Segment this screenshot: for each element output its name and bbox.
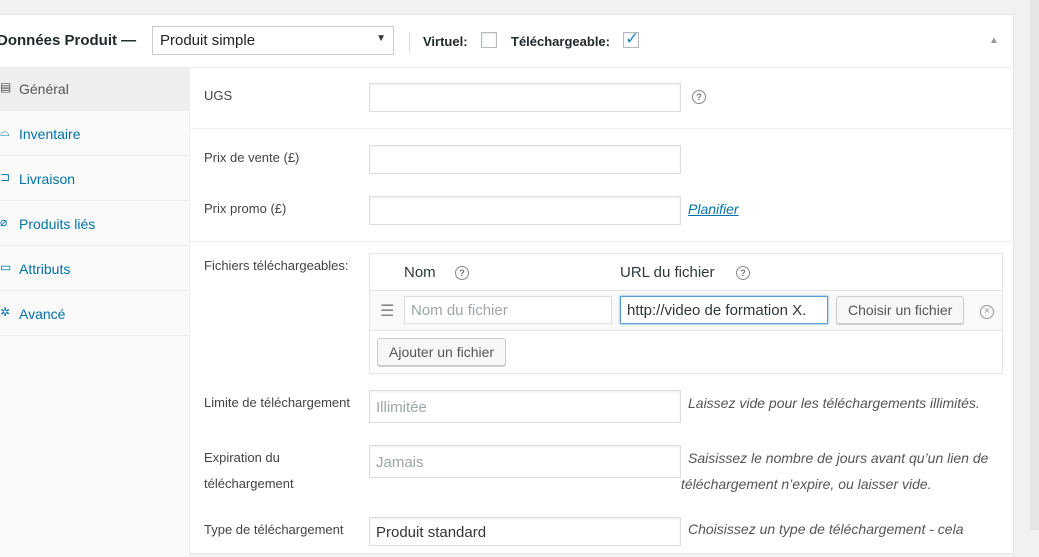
download-type-label: Type de téléchargement — [204, 522, 344, 537]
remove-file-icon[interactable]: × — [980, 305, 994, 319]
scrollbar-track[interactable] — [1030, 0, 1039, 530]
download-type-description: Choisissez un type de téléchargement - c… — [688, 521, 964, 537]
collapse-toggle-icon[interactable]: ▲ — [989, 35, 999, 46]
drag-handle-icon[interactable]: ☰ — [380, 301, 394, 321]
regular-price-label: Prix de vente (£) — [204, 150, 300, 165]
download-expiry-description-line2: téléchargement n’expire, ou laisser vide… — [681, 476, 932, 492]
sale-price-input[interactable] — [369, 196, 681, 225]
tab-label: Général — [19, 81, 69, 97]
file-name-placeholder: Nom du fichier — [411, 302, 508, 319]
downloadable-files-table: Nom ? URL du fichier ? ☰ Nom du fichier … — [369, 253, 1003, 374]
product-type-value: Produit simple — [160, 32, 256, 49]
tab-linked-products[interactable]: ⌀ Produits liés — [0, 202, 189, 246]
download-limit-input[interactable]: Illimitée — [369, 390, 681, 423]
add-file-button[interactable]: Ajouter un fichier — [377, 338, 507, 366]
download-limit-description: Laissez vide pour les téléchargements il… — [688, 395, 980, 411]
checkmark-icon: ✓ — [625, 29, 640, 48]
tab-inventory[interactable]: ⌓ Inventaire — [0, 112, 189, 156]
file-url-input[interactable]: http://video de formation X. — [620, 296, 828, 324]
chevron-down-icon: ▼ — [376, 33, 386, 44]
linked-products-icon: ⌀ — [0, 215, 8, 229]
sku-label: UGS — [204, 88, 233, 103]
tab-label: Produits liés — [19, 216, 96, 232]
product-type-select[interactable]: Produit simple ▼ — [152, 26, 394, 55]
download-expiry-description: Saisissez le nombre de jours avant qu’un… — [688, 450, 989, 466]
file-url-value: http://video de formation X. — [627, 302, 807, 319]
download-type-select[interactable]: Produit standard — [369, 517, 681, 546]
virtual-label: Virtuel: — [423, 34, 468, 49]
gear-icon: ✲ — [0, 305, 11, 319]
section-divider — [190, 128, 1013, 129]
section-divider — [190, 241, 1013, 242]
file-name-input[interactable]: Nom du fichier — [404, 296, 612, 324]
tab-label: Livraison — [19, 171, 76, 187]
tab-label: Attributs — [19, 261, 71, 277]
attributes-icon: ▭ — [0, 260, 12, 274]
inventory-icon: ⌓ — [0, 125, 10, 139]
tab-shipping[interactable]: ⊐ Livraison — [0, 157, 189, 201]
table-row: ☰ Nom du fichier http://video de formati… — [370, 291, 1002, 331]
download-expiry-label: Expiration du — [204, 450, 280, 465]
download-limit-label: Limite de téléchargement — [204, 395, 350, 410]
tab-general[interactable]: ▤ Général — [0, 67, 189, 111]
table-divider — [370, 330, 1002, 331]
download-expiry-input[interactable]: Jamais — [369, 445, 681, 478]
downloadable-checkbox[interactable]: ✓ — [623, 29, 640, 48]
column-header-name: Nom — [404, 264, 436, 281]
help-icon[interactable]: ? — [455, 266, 469, 280]
choose-file-button[interactable]: Choisir un fichier — [836, 296, 965, 324]
panel-title: Données Produit — — [0, 32, 137, 49]
general-icon: ▤ — [0, 80, 12, 94]
tab-label: Inventaire — [19, 126, 81, 142]
virtual-checkbox[interactable] — [481, 32, 497, 48]
sale-price-label: Prix promo (£) — [204, 201, 287, 216]
tab-advanced[interactable]: ✲ Avancé — [0, 292, 189, 336]
help-icon[interactable]: ? — [736, 266, 750, 280]
sku-input[interactable] — [369, 83, 681, 112]
header-divider — [409, 32, 410, 52]
schedule-link[interactable]: Planifier — [688, 201, 739, 217]
product-data-header: Données Produit — Produit simple ▼ Virtu… — [0, 15, 1013, 68]
tab-attributes[interactable]: ▭ Attributs — [0, 247, 189, 291]
regular-price-input[interactable] — [369, 145, 681, 174]
downloadable-label: Téléchargeable: — [511, 34, 610, 49]
column-header-url: URL du fichier — [620, 264, 715, 281]
product-data-tabs: ▤ Général ⌓ Inventaire ⊐ Livraison ⌀ Pro… — [0, 67, 190, 557]
tab-label: Avancé — [19, 306, 66, 322]
shipping-icon: ⊐ — [0, 170, 11, 184]
download-expiry-label-line2: téléchargement — [204, 476, 294, 491]
help-icon[interactable]: ? — [692, 90, 706, 104]
downloadable-files-label: Fichiers téléchargeables: — [204, 258, 349, 273]
